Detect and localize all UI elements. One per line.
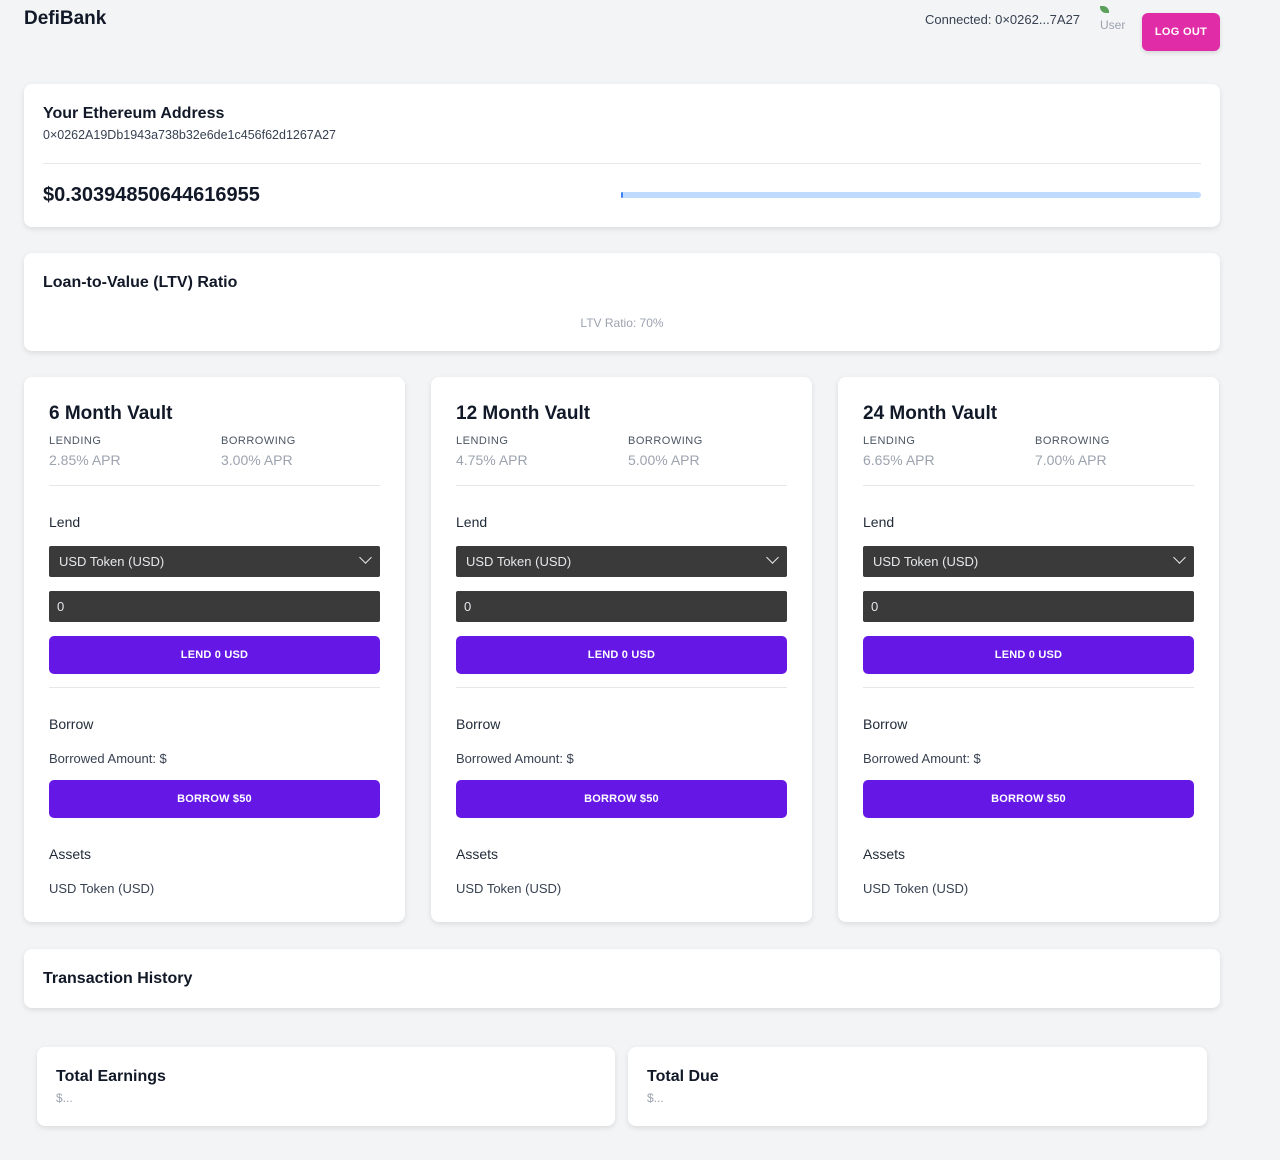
vault-title: 12 Month Vault: [456, 403, 591, 424]
divider: [43, 163, 1201, 164]
transaction-history-card: Transaction History: [24, 949, 1220, 1008]
lend-button[interactable]: LEND 0 USD: [456, 636, 787, 674]
assets-section-label: Assets: [49, 846, 92, 862]
ltv-card: Loan-to-Value (LTV) Ratio LTV Ratio: 70%: [24, 253, 1220, 351]
progress-fill: [621, 192, 624, 198]
borrow-section-label: Borrow: [456, 716, 501, 732]
borrowing-label: BORROWING: [628, 435, 703, 447]
total-earnings-card: Total Earnings $...: [37, 1047, 615, 1126]
divider: [456, 687, 787, 688]
app-header: DefiBank Connected: 0×0262...7A27 User L…: [0, 0, 1280, 60]
total-due-card: Total Due $...: [628, 1047, 1207, 1126]
asset-item: USD Token (USD): [49, 881, 155, 896]
divider: [456, 485, 787, 486]
token-select[interactable]: USD Token (USD): [863, 546, 1194, 577]
borrowing-label: BORROWING: [221, 435, 296, 447]
user-avatar[interactable]: User: [1098, 6, 1132, 36]
ethereum-address: 0×0262A19Db1943a738b32e6de1c456f62d1267A…: [43, 128, 336, 142]
borrowed-amount: Borrowed Amount: $: [863, 751, 981, 766]
vault-title: 24 Month Vault: [863, 403, 998, 424]
lend-amount-input[interactable]: 0: [49, 591, 380, 622]
borrowing-label: BORROWING: [1035, 435, 1110, 447]
lending-label: LENDING: [49, 435, 102, 447]
lend-section-label: Lend: [863, 514, 895, 530]
vault-card-12-month: 12 Month Vault LENDING 4.75% APR BORROWI…: [431, 377, 812, 922]
total-due-title: Total Due: [647, 1068, 719, 1085]
transaction-history-title: Transaction History: [43, 970, 193, 987]
lend-section-label: Lend: [456, 514, 488, 530]
user-avatar-alt: User: [1100, 18, 1126, 32]
lend-button[interactable]: LEND 0 USD: [863, 636, 1194, 674]
brand-logo: DefiBank: [24, 8, 107, 29]
divider: [863, 687, 1194, 688]
broken-image-icon: [1100, 6, 1109, 13]
borrow-button[interactable]: BORROW $50: [49, 780, 380, 818]
borrow-button[interactable]: BORROW $50: [456, 780, 787, 818]
borrowed-amount: Borrowed Amount: $: [49, 751, 167, 766]
vault-card-6-month: 6 Month Vault LENDING 2.85% APR BORROWIN…: [24, 377, 405, 922]
divider: [49, 687, 380, 688]
account-card: Your Ethereum Address 0×0262A19Db1943a73…: [24, 84, 1220, 227]
asset-item: USD Token (USD): [456, 881, 562, 896]
vault-card-24-month: 24 Month Vault LENDING 6.65% APR BORROWI…: [838, 377, 1219, 922]
vault-title: 6 Month Vault: [49, 403, 173, 424]
lend-amount-input[interactable]: 0: [863, 591, 1194, 622]
connected-address: Connected: 0×0262...7A27: [925, 12, 1081, 27]
account-balance: $0.30394850644616955: [43, 184, 260, 206]
lending-label: LENDING: [456, 435, 509, 447]
logout-button[interactable]: LOG OUT: [1142, 13, 1220, 51]
borrow-button[interactable]: BORROW $50: [863, 780, 1194, 818]
lend-button[interactable]: LEND 0 USD: [49, 636, 380, 674]
lending-apr: 2.85% APR: [49, 452, 121, 468]
total-earnings-value: $...: [56, 1091, 73, 1105]
divider: [863, 485, 1194, 486]
borrowed-amount: Borrowed Amount: $: [456, 751, 574, 766]
asset-item: USD Token (USD): [863, 881, 969, 896]
lend-section-label: Lend: [49, 514, 81, 530]
account-title: Your Ethereum Address: [43, 105, 225, 122]
chevron-down-icon: [766, 551, 779, 564]
lending-apr: 6.65% APR: [863, 452, 935, 468]
ltv-ratio: LTV Ratio: 70%: [580, 316, 664, 330]
chevron-down-icon: [1173, 551, 1186, 564]
borrowing-apr: 7.00% APR: [1035, 452, 1107, 468]
borrow-section-label: Borrow: [49, 716, 94, 732]
token-select[interactable]: USD Token (USD): [456, 546, 787, 577]
total-due-value: $...: [647, 1091, 664, 1105]
assets-section-label: Assets: [456, 846, 499, 862]
lending-label: LENDING: [863, 435, 916, 447]
lending-apr: 4.75% APR: [456, 452, 528, 468]
assets-section-label: Assets: [863, 846, 906, 862]
token-select[interactable]: USD Token (USD): [49, 546, 380, 577]
balance-progress-bar: [621, 192, 1201, 198]
borrowing-apr: 5.00% APR: [628, 452, 700, 468]
lend-amount-input[interactable]: 0: [456, 591, 787, 622]
chevron-down-icon: [359, 551, 372, 564]
divider: [49, 485, 380, 486]
token-select-value: USD Token (USD): [466, 554, 572, 569]
total-earnings-title: Total Earnings: [56, 1068, 166, 1085]
borrowing-apr: 3.00% APR: [221, 452, 293, 468]
token-select-value: USD Token (USD): [873, 554, 979, 569]
ltv-title: Loan-to-Value (LTV) Ratio: [43, 274, 238, 291]
token-select-value: USD Token (USD): [59, 554, 165, 569]
borrow-section-label: Borrow: [863, 716, 908, 732]
